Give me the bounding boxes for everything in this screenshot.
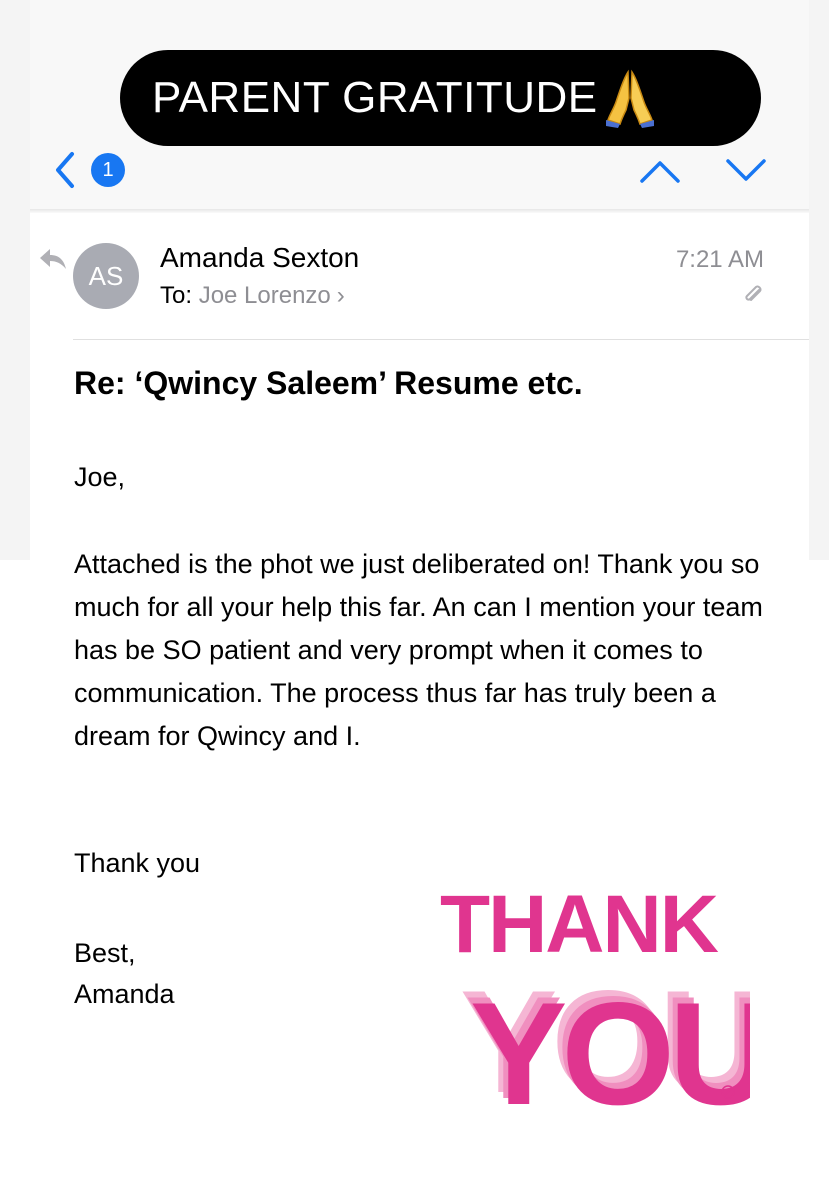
back-button[interactable] bbox=[50, 150, 80, 190]
email-signature: Amanda bbox=[74, 979, 175, 1009]
recipient-name[interactable]: Joe Lorenzo bbox=[199, 282, 331, 309]
divider bbox=[73, 339, 809, 340]
chevron-left-icon bbox=[56, 152, 74, 188]
email-closing: Best, bbox=[74, 938, 136, 968]
chevron-down-icon bbox=[726, 159, 766, 181]
timestamp: 7:21 AM bbox=[675, 246, 764, 273]
replied-icon bbox=[38, 247, 68, 273]
chevron-right-icon: › bbox=[336, 282, 345, 309]
thank-you-line1: THANK bbox=[440, 880, 719, 970]
thank-you-image: THANK YOU YOU YOU bbox=[430, 879, 774, 1135]
folded-hands-emoji-icon bbox=[605, 68, 654, 128]
caption-pill: PARENT GRATITUDE bbox=[120, 50, 761, 146]
attachment-icon bbox=[740, 282, 766, 308]
recipient-line[interactable]: To: Joe Lorenzo › bbox=[160, 282, 345, 310]
email-body-paragraph: Attached is the phot we just deliberated… bbox=[74, 549, 763, 751]
sender-name[interactable]: Amanda Sexton bbox=[160, 242, 359, 274]
email-thanks: Thank you bbox=[74, 848, 201, 878]
thank-you-line2: YOU bbox=[470, 972, 750, 1120]
caption-text: PARENT GRATITUDE bbox=[152, 73, 598, 122]
unread-badge: 1 bbox=[91, 153, 125, 187]
chevron-up-icon bbox=[640, 161, 680, 183]
email-greeting: Joe, bbox=[74, 462, 126, 492]
email-subject: Re: ‘Qwincy Saleem’ Resume etc. bbox=[74, 365, 583, 401]
previous-message-button[interactable] bbox=[638, 157, 682, 185]
to-label: To: bbox=[160, 282, 193, 309]
next-message-button[interactable] bbox=[724, 157, 768, 185]
avatar[interactable]: AS bbox=[73, 243, 139, 309]
